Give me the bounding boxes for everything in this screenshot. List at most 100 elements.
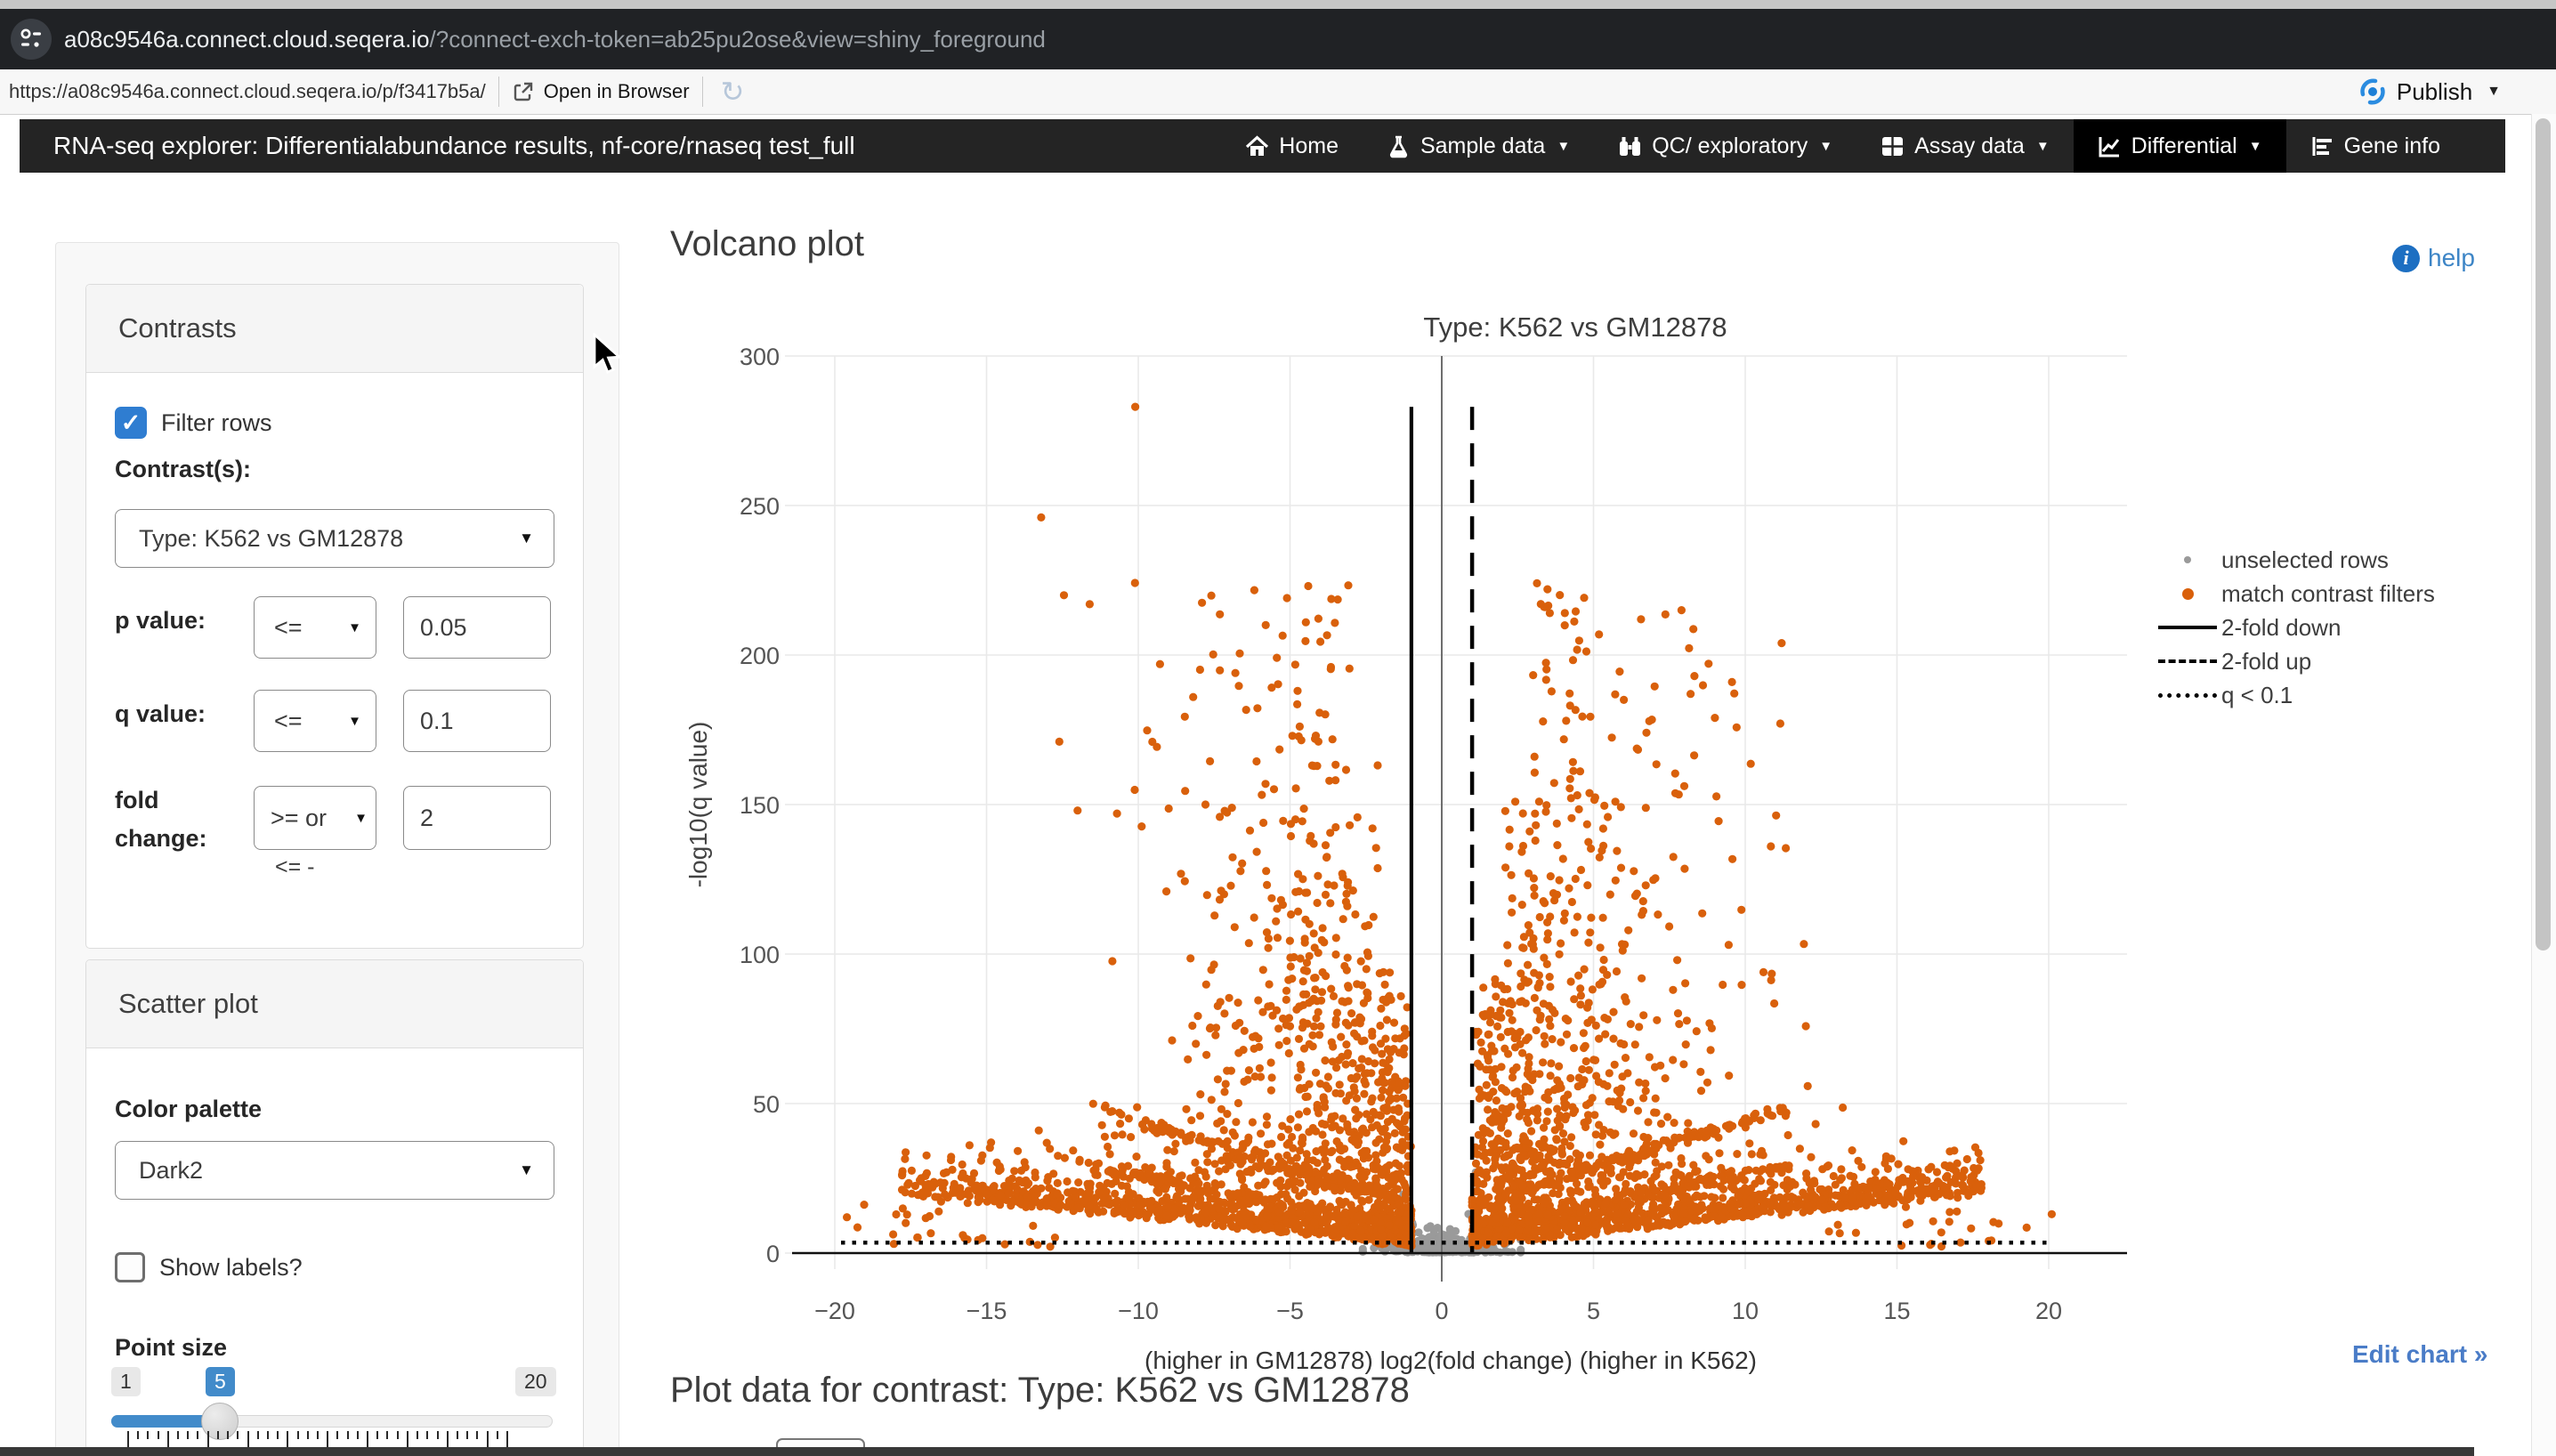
legend-item-unselected[interactable]: unselected rows — [2154, 543, 2510, 577]
slider-tick — [137, 1431, 139, 1439]
p-value-input[interactable] — [403, 596, 551, 659]
fold-change-label: fold change: — [115, 781, 222, 858]
volcano-plot-canvas[interactable]: Type: K562 vs GM12878050100150200250300−… — [614, 294, 2163, 1415]
nav-item-qc-exploratory[interactable]: QC/ exploratory▼ — [1594, 119, 1856, 173]
slider-tick — [317, 1431, 319, 1439]
nav-item-sample-data[interactable]: Sample data▼ — [1363, 119, 1594, 173]
dotted-line-icon — [2158, 693, 2217, 698]
gray-dot-icon — [2184, 556, 2191, 563]
publish-label: Publish — [2397, 78, 2472, 106]
slider-tick — [277, 1431, 279, 1439]
connect-toolbar: https://a08c9546a.connect.cloud.seqera.i… — [0, 69, 2556, 115]
legend-item-match-filters[interactable]: match contrast filters — [2154, 577, 2510, 611]
slider-tick — [217, 1431, 219, 1439]
svg-text:300: 300 — [740, 344, 780, 370]
help-link[interactable]: i help — [2392, 244, 2475, 272]
q-value-operator-select[interactable]: <= ▼ — [254, 690, 376, 752]
external-link-icon — [512, 80, 535, 103]
slider-tick — [347, 1431, 349, 1439]
svg-text:10: 10 — [1732, 1298, 1759, 1324]
slider-tick — [457, 1431, 458, 1439]
url-host: a08c9546a.connect.cloud.seqera.io — [64, 26, 430, 53]
binoculars-icon — [1618, 134, 1642, 158]
contrasts-panel-header: Contrasts — [86, 285, 583, 373]
plot-data-heading: Plot data for contrast: Type: K562 vs GM… — [670, 1371, 1410, 1411]
sidebar: Contrasts ✓ Filter rows Contrast(s): Typ… — [55, 242, 619, 1456]
p-value-label: p value: — [115, 607, 206, 635]
fold-change-operator-select[interactable]: >= or ▼ — [254, 786, 376, 850]
home-icon — [1245, 134, 1269, 158]
contrasts-title: Contrasts — [118, 312, 237, 344]
svg-text:200: 200 — [740, 643, 780, 669]
slider-tick — [376, 1431, 378, 1439]
nav-item-differential[interactable]: Differential▼ — [2074, 119, 2286, 173]
seqera-publish-icon — [2358, 77, 2388, 107]
legend-item-2fold-down[interactable]: 2-fold down — [2154, 611, 2510, 644]
point-size-slider: 1 5 20 13579111315171920 — [86, 960, 583, 1456]
svg-text:Type: K562 vs GM12878: Type: K562 vs GM12878 — [1423, 311, 1727, 343]
caret-down-icon: ▼ — [2036, 139, 2050, 154]
slider-tick — [177, 1431, 179, 1439]
tab-search-icon[interactable] — [11, 19, 52, 60]
mouse-cursor — [591, 333, 630, 376]
nav-items: Home Sample data▼ QC/ exploratory▼ Assay… — [1221, 119, 2464, 173]
slider-tick — [167, 1431, 169, 1447]
bottom-edge-strip — [0, 1447, 2474, 1456]
q-value-label: q value: — [115, 700, 206, 728]
contrast-label: Contrast(s): — [115, 456, 251, 483]
open-in-browser-button[interactable]: Open in Browser — [512, 80, 690, 103]
open-in-browser-label: Open in Browser — [544, 80, 690, 103]
slider-tick — [327, 1431, 328, 1447]
q-value-input[interactable] — [403, 690, 551, 752]
slider-max-pill: 20 — [515, 1367, 556, 1396]
scrollbar-thumb[interactable] — [2536, 118, 2551, 950]
legend-item-q-threshold[interactable]: q < 0.1 — [2154, 678, 2510, 712]
svg-text:−15: −15 — [967, 1298, 1007, 1324]
svg-text:150: 150 — [740, 792, 780, 819]
slider-tick — [447, 1431, 449, 1447]
svg-text:250: 250 — [740, 493, 780, 520]
slider-value-pill: 5 — [206, 1367, 235, 1396]
volcano-plot-heading: Volcano plot — [670, 224, 864, 264]
match-filter-points — [843, 403, 2056, 1251]
slider-tick — [307, 1431, 309, 1439]
url-query: /?connect-exch-token=ab25pu2ose&view=shi… — [430, 26, 1046, 53]
nav-item-home[interactable]: Home — [1221, 119, 1363, 173]
address-bar[interactable]: a08c9546a.connect.cloud.seqera.io/?conne… — [64, 26, 1046, 53]
nav-item-gene-info[interactable]: Gene info — [2286, 119, 2464, 173]
info-icon: i — [2392, 245, 2420, 272]
slider-tick — [227, 1431, 229, 1439]
svg-text:−20: −20 — [814, 1298, 855, 1324]
publish-button[interactable]: Publish ▼ — [2358, 69, 2501, 114]
slider-tick — [237, 1431, 239, 1439]
svg-text:100: 100 — [740, 942, 780, 968]
slider-tick — [197, 1431, 198, 1439]
dashed-line-icon — [2158, 659, 2217, 663]
svg-text:15: 15 — [1883, 1298, 1910, 1324]
slider-tick — [257, 1431, 259, 1439]
flask-icon — [1387, 134, 1411, 158]
p-value-operator-select[interactable]: <= ▼ — [254, 596, 376, 659]
contrast-select[interactable]: Type: K562 vs GM12878 ▼ — [115, 509, 554, 568]
caret-down-icon: ▼ — [519, 530, 534, 547]
caret-down-icon: ▼ — [348, 714, 361, 729]
slider-tick — [147, 1431, 149, 1439]
filter-rows-checkbox[interactable]: ✓ — [115, 407, 147, 439]
edit-chart-link[interactable]: Edit chart » — [2352, 1340, 2487, 1369]
contrasts-panel: Contrasts ✓ Filter rows Contrast(s): Typ… — [85, 284, 584, 949]
slider-tick — [506, 1431, 508, 1447]
deployment-url: https://a08c9546a.connect.cloud.seqera.i… — [9, 80, 486, 103]
slider-tick — [476, 1431, 478, 1439]
help-label: help — [2428, 244, 2475, 272]
nav-item-assay-data[interactable]: Assay data▼ — [1856, 119, 2074, 173]
scatter-plot-panel: Scatter plot Color palette Dark2 ▼ Show … — [85, 959, 584, 1456]
svg-text:50: 50 — [753, 1091, 780, 1118]
orange-dot-icon — [2182, 588, 2194, 600]
fold-change-input[interactable] — [403, 786, 551, 850]
legend-item-2fold-up[interactable]: 2-fold up — [2154, 644, 2510, 678]
slider-tick — [437, 1431, 439, 1439]
slider-tick — [367, 1431, 368, 1447]
refresh-icon[interactable]: ↻ — [721, 77, 745, 106]
screen: a08c9546a.connect.cloud.seqera.io/?conne… — [0, 0, 2556, 1456]
slider-tick — [247, 1431, 249, 1447]
